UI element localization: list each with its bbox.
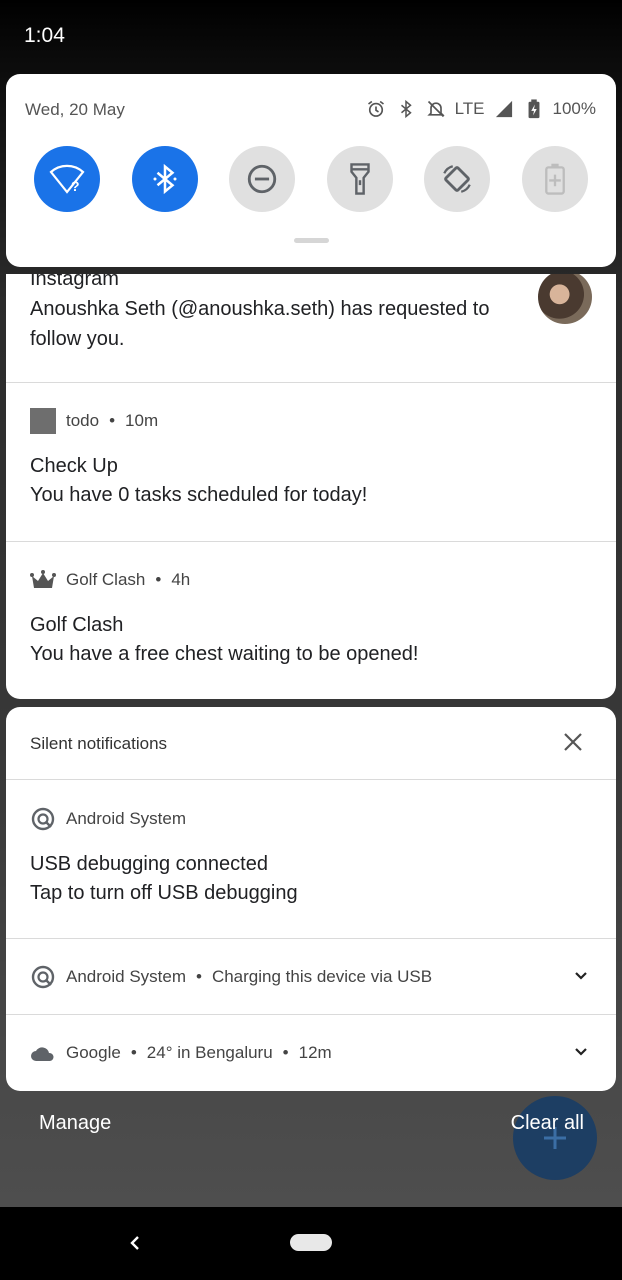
status-clock: 1:04 [24,24,65,47]
separator-dot: • [196,967,202,986]
home-pill[interactable] [290,1234,332,1251]
battery-saver-icon [545,163,565,195]
battery-percent: 100% [552,99,596,118]
signal-icon [493,98,515,120]
notification-title: USB debugging connected [30,853,268,875]
notification-app-name: Android System [66,809,186,828]
notification-header: Android System [30,806,186,832]
notification-title: Golf Clash [30,614,124,636]
notifications-off-icon [425,98,447,120]
qs-status-icons: LTE 100% [365,98,596,120]
clear-all-button[interactable]: Clear all [511,1112,584,1135]
bluetooth-icon [153,163,177,195]
notification-time: 10m [125,411,159,430]
notification-todo[interactable]: todo • 10m Check Up You have 0 tasks sch… [6,383,616,541]
notification-instagram[interactable]: Instagram Anoushka Seth (@anoushka.seth)… [6,274,616,382]
notification-body: You have a free chest waiting to be open… [30,643,419,665]
notification-app-name: todo [66,411,100,430]
network-type: LTE [454,99,485,118]
qs-drag-handle[interactable] [294,238,329,243]
battery-icon [523,98,545,120]
notification-header: Golf Clash • 4h [30,567,190,593]
crown-icon [30,567,56,593]
notification-google-weather[interactable]: Google • 24° in Bengaluru • 12m [6,1015,616,1091]
separator-dot: • [282,1043,289,1062]
notification-body: Tap to turn off USB debugging [30,882,298,904]
alarm-icon [365,98,387,120]
navigation-bar [0,1207,622,1280]
tile-flashlight[interactable] [326,146,393,212]
dnd-icon [248,164,277,194]
notification-charging[interactable]: Android System • Charging this device vi… [6,939,616,1014]
android-system-icon [30,964,56,990]
notification-title: Check Up [30,455,118,477]
svg-text:?: ? [71,178,80,194]
wifi-unknown-icon: ? [49,164,85,194]
silent-section-title: Silent notifications [30,734,168,753]
notification-app-name: Android System [66,967,186,986]
fab-add-button[interactable] [513,1096,597,1180]
notification-golf-clash[interactable]: Golf Clash • 4h Golf Clash You have a fr… [6,542,616,699]
notification-header: todo • 10m [30,408,158,434]
tile-wifi[interactable]: ? [34,146,100,212]
bluetooth-status-icon [395,98,417,120]
todo-app-icon [30,408,56,434]
notification-header: Google • 24° in Bengaluru • 12m [30,1040,332,1066]
chevron-down-icon[interactable] [574,1047,588,1057]
separator-dot: • [130,1043,137,1062]
manage-button[interactable]: Manage [39,1112,111,1135]
quick-settings-panel: Wed, 20 May LTE 100% ? [6,74,616,267]
notification-time: 4h [171,570,191,589]
flashlight-icon [350,163,370,195]
status-bar: 1:04 [0,0,622,74]
rotate-icon [443,165,472,193]
qs-tiles: ? [34,146,588,212]
tile-battery-saver[interactable] [521,146,588,212]
close-icon[interactable] [562,731,584,753]
tile-bluetooth[interactable] [131,146,198,212]
notification-app-name: Instagram [30,274,119,290]
separator-dot: • [109,411,116,430]
notification-app-name: Golf Clash [66,570,146,589]
notification-body: Anoushka Seth (@anoushka.seth) has reque… [30,298,490,350]
notification-text: Charging this device via USB [211,967,433,986]
android-system-icon [30,806,56,832]
notification-app-name: Google [66,1043,121,1062]
qs-date: Wed, 20 May [25,100,125,119]
notification-body: You have 0 tasks scheduled for today! [30,484,368,506]
tile-do-not-disturb[interactable] [229,146,296,212]
chevron-down-icon[interactable] [574,971,588,981]
notification-usb-debugging[interactable]: Android System USB debugging connected T… [6,780,616,938]
notification-time: 12m [298,1043,332,1062]
avatar [538,274,592,324]
silent-notification-group: Silent notifications Android System USB … [6,707,616,1091]
notification-header: Android System • Charging this device vi… [30,964,432,990]
notification-text: 24° in Bengaluru [146,1043,273,1062]
notification-group: Instagram Anoushka Seth (@anoushka.seth)… [6,274,616,699]
screen: 1:04 Wed, 20 May LTE 100% ? Instagram An… [0,0,622,1280]
separator-dot: • [155,570,162,589]
cloud-icon [30,1040,56,1066]
back-icon[interactable] [126,1229,144,1257]
tile-auto-rotate[interactable] [424,146,491,212]
